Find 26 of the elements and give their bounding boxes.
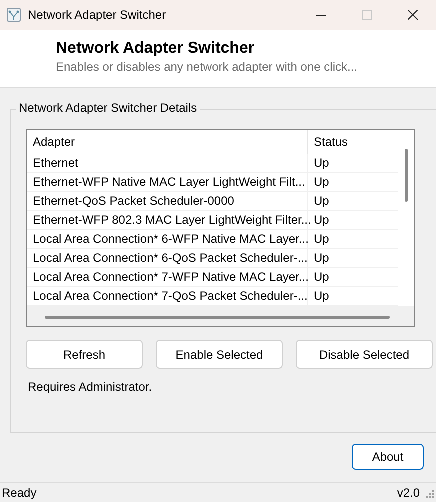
action-button[interactable]: Enable Selected	[156, 340, 283, 369]
action-button[interactable]: Disable Selected	[296, 340, 433, 369]
header-title: Network Adapter Switcher	[56, 39, 255, 59]
status-text: Ready	[2, 484, 38, 502]
admin-note: Requires Administrator.	[28, 379, 152, 395]
table-cell: Ethernet-WFP 802.3 MAC Layer LightWeight Filter...	[27, 211, 308, 230]
scrollbar-thumb[interactable]	[405, 149, 408, 202]
column-header[interactable]: Status	[308, 130, 398, 154]
table-cell: Local Area Connection* 6-QoS Packet Scheduler-...	[27, 249, 308, 268]
scrollbar-thumb[interactable]	[45, 316, 390, 319]
table-cell: Local Area Connection* 7-WFP Native MAC Layer...	[27, 268, 308, 287]
column-header[interactable]: Adapter	[27, 130, 308, 154]
table-cell: Ethernet-WFP Native MAC Layer LightWeight Filt...	[27, 173, 308, 192]
resize-grip-icon[interactable]	[424, 488, 434, 498]
table-cell: Ethernet-QoS Packet Scheduler-0000	[27, 192, 308, 211]
header-subtitle: Enables or disables any network adapter with one click...	[56, 59, 358, 75]
version-label: v2.0	[397, 484, 420, 502]
close-icon	[408, 10, 418, 20]
table-cell: Ethernet	[27, 154, 308, 173]
app-icon	[7, 8, 21, 22]
maximize-icon	[362, 10, 372, 20]
action-button[interactable]: Refresh	[26, 340, 143, 369]
window-title: Network Adapter Switcher	[28, 7, 168, 24]
about-button[interactable]: About	[352, 444, 424, 470]
group-title: Network Adapter Switcher Details	[16, 100, 200, 116]
table-cell: Local Area Connection* 6-WFP Native MAC Layer...	[27, 230, 308, 249]
